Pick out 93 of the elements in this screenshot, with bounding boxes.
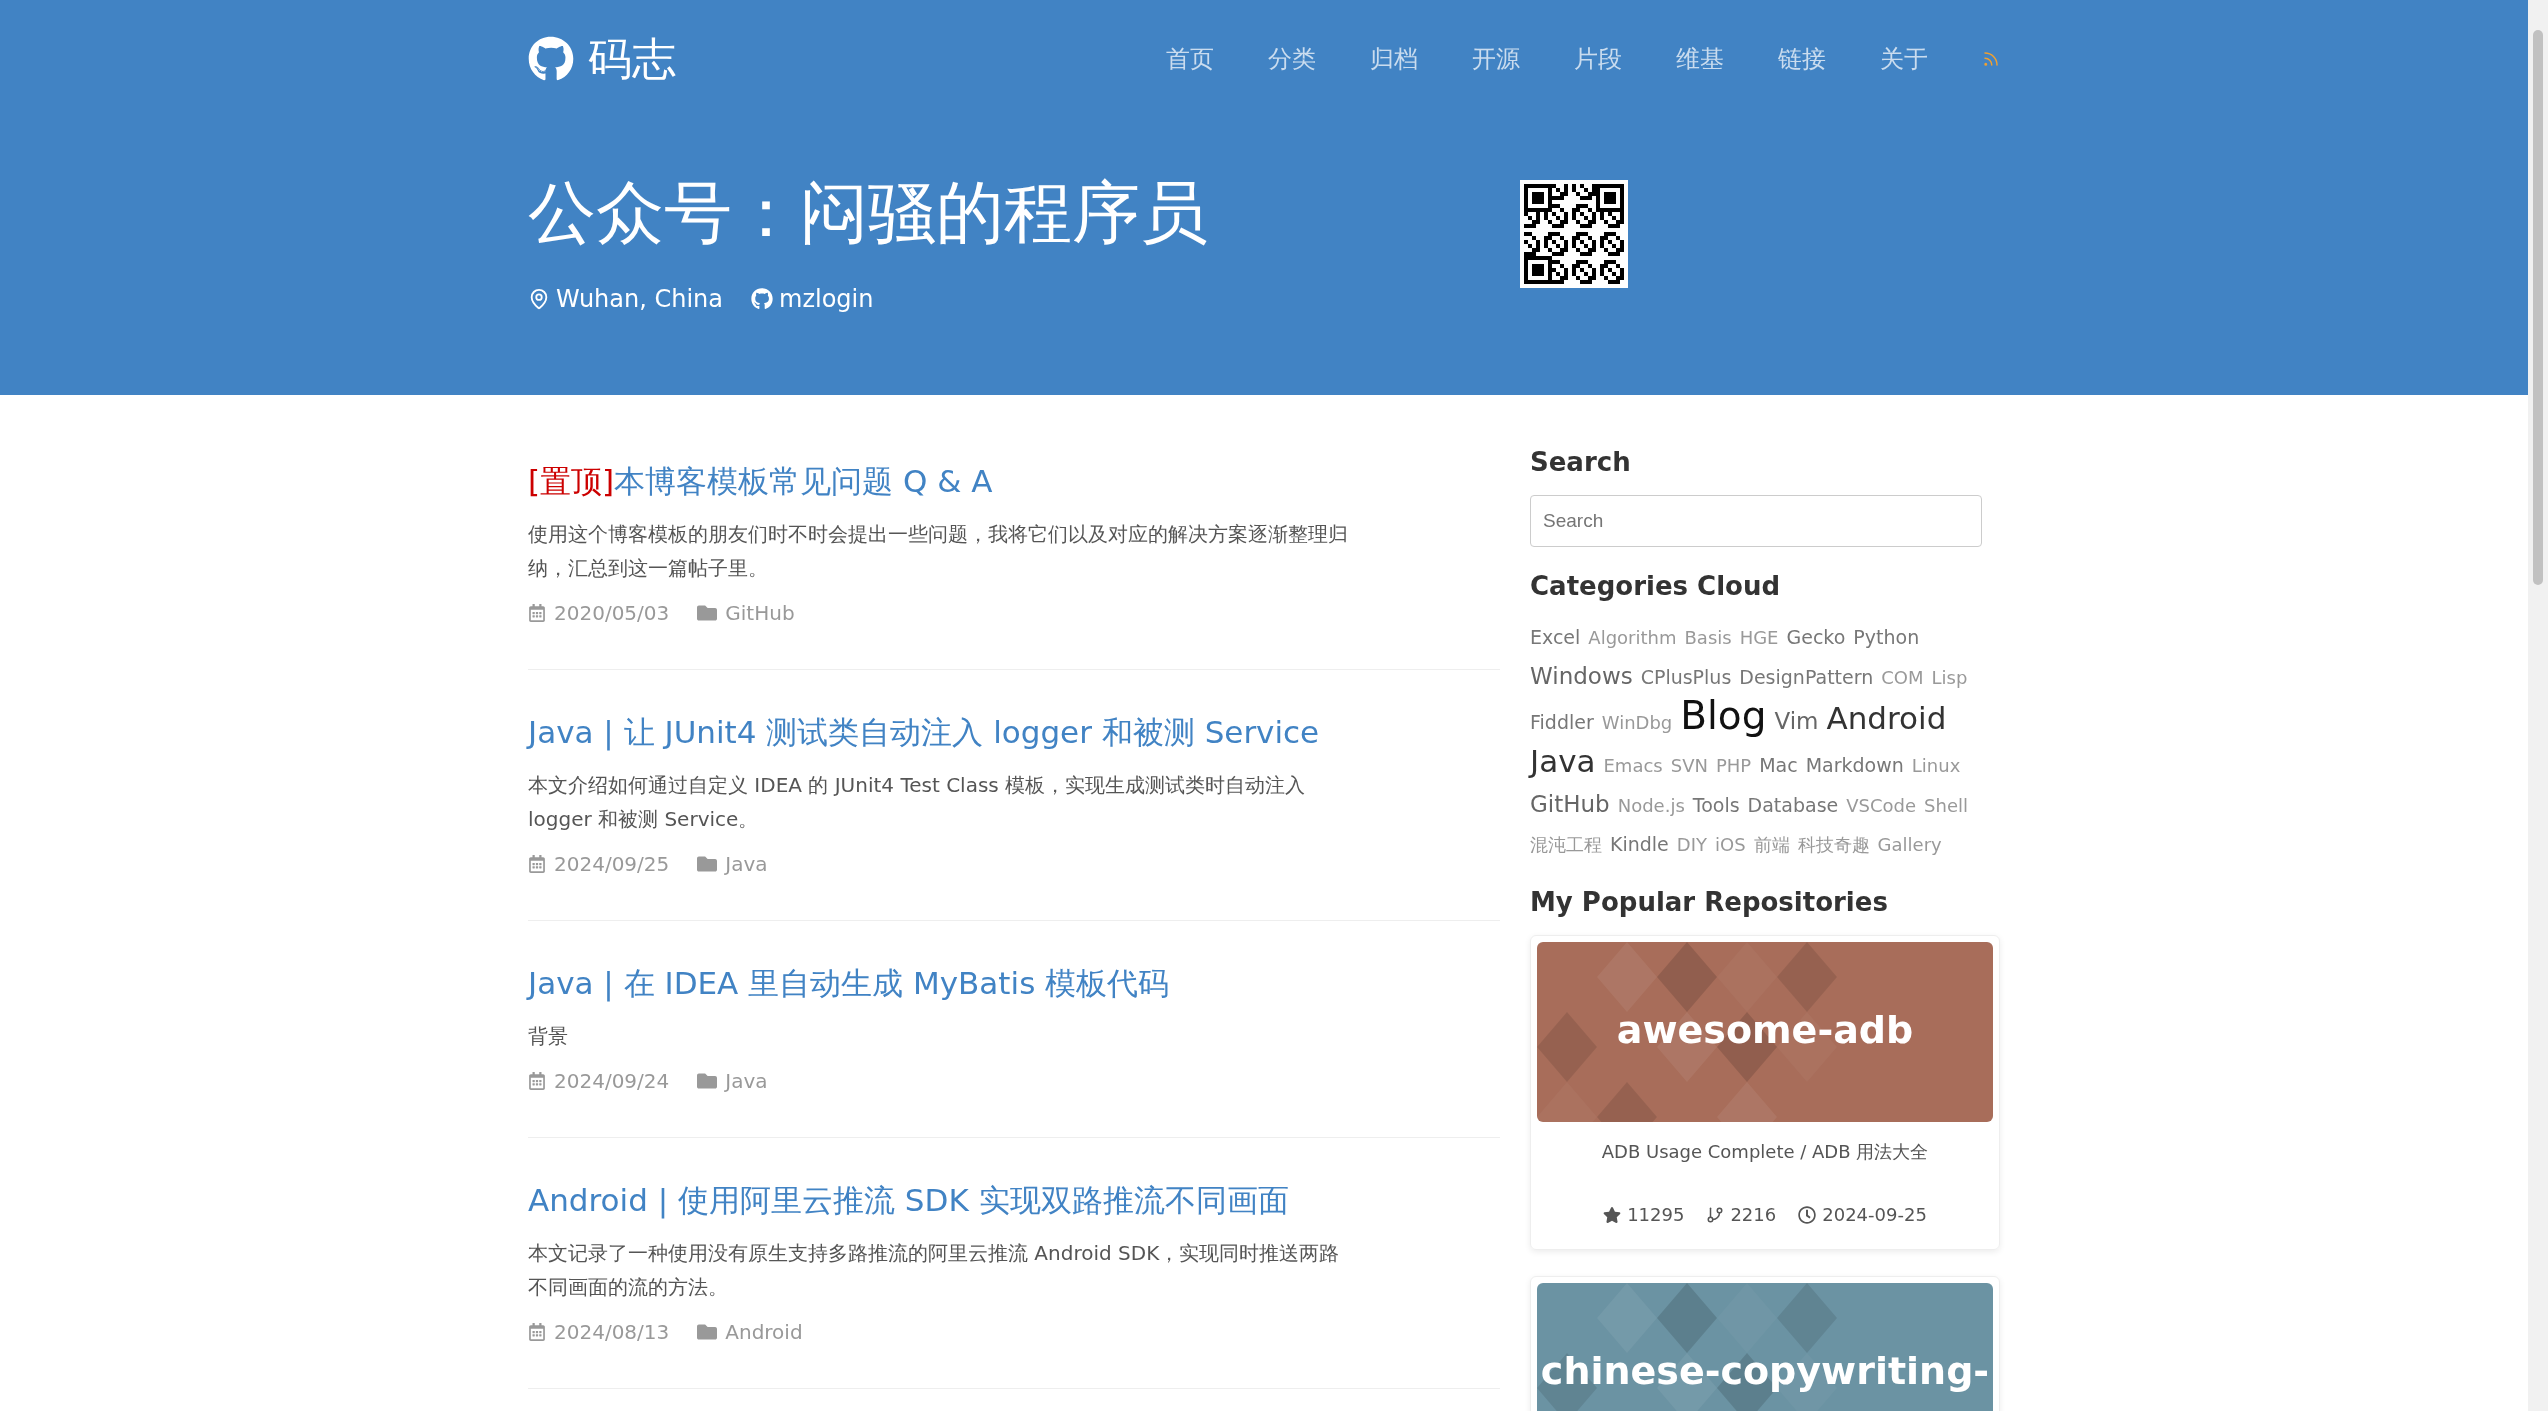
category-tag[interactable]: Gallery bbox=[1877, 827, 1942, 863]
post-excerpt: 本文记录了一种使用没有原生支持多路推流的阿里云推流 Android SDK，实现同时推送两路不同画面的流的方法。 bbox=[528, 1240, 1341, 1301]
post-title[interactable]: Android | 使用阿里云推流 SDK 实现双路推流不同画面 bbox=[528, 1180, 1500, 1222]
location-pin-icon bbox=[528, 288, 550, 310]
page-title: 公众号：闷骚的程序员 bbox=[528, 172, 1208, 254]
repo-card[interactable]: awesome-adb ADB Usage Complete / ADB 用法大全 11295 2216 2024-09-25 bbox=[1530, 935, 2000, 1250]
nav-link[interactable]: 链接 bbox=[1778, 43, 1826, 75]
category-tag[interactable]: Android bbox=[1826, 700, 1947, 736]
repo-name: awesome-adb bbox=[1616, 1008, 1914, 1052]
scrollbar-thumb[interactable] bbox=[2533, 30, 2543, 585]
post-category[interactable]: GitHub bbox=[697, 601, 795, 625]
section-heading: My Popular Repositories bbox=[1530, 887, 1889, 917]
repo-description: ADB Usage Complete / ADB 用法大全 bbox=[1600, 1140, 1930, 1164]
post-category[interactable]: Java bbox=[697, 1069, 768, 1093]
nav-link[interactable]: 分类 bbox=[1268, 43, 1316, 75]
github-icon bbox=[751, 288, 774, 310]
fork-count: 2216 bbox=[1730, 1204, 1777, 1225]
post-title[interactable]: [置顶]本博客模板常见问题 Q & A bbox=[528, 461, 1500, 503]
category-tag[interactable]: Node.js bbox=[1617, 788, 1685, 824]
post-date: 2024/09/25 bbox=[554, 852, 670, 876]
category-tag[interactable]: 混沌工程 bbox=[1530, 827, 1602, 863]
nav-link[interactable]: 归档 bbox=[1370, 43, 1418, 75]
category-tag[interactable]: Gecko bbox=[1786, 619, 1846, 655]
updated-date: 2024-09-25 bbox=[1822, 1204, 1927, 1225]
category-tag[interactable]: Emacs bbox=[1603, 748, 1663, 784]
nav-link[interactable]: 维基 bbox=[1676, 43, 1724, 75]
post-excerpt: 背景 bbox=[528, 1023, 569, 1050]
category-tag[interactable]: Basis bbox=[1684, 620, 1732, 656]
category-tag[interactable]: SVN bbox=[1670, 748, 1708, 784]
category-tag[interactable]: PHP bbox=[1715, 748, 1752, 784]
post-excerpt: 本文介绍如何通过自定义 IDEA 的 JUnit4 Test Class 模板，实现生成测试类时自动注入 logger 和被测 Service。 bbox=[528, 772, 1307, 833]
category-tag[interactable]: HGE bbox=[1739, 620, 1779, 656]
category-tag[interactable]: Kindle bbox=[1610, 826, 1669, 862]
site-logo[interactable]: 码志 bbox=[528, 29, 676, 89]
category-tag[interactable]: Mac bbox=[1759, 747, 1798, 783]
category-tag[interactable]: GitHub bbox=[1530, 786, 1610, 822]
calendar-icon bbox=[528, 855, 546, 873]
category-tag[interactable]: Linux bbox=[1911, 748, 1961, 784]
github-icon bbox=[528, 36, 574, 82]
site-name: 码志 bbox=[588, 31, 676, 86]
calendar-icon bbox=[528, 1323, 546, 1341]
nav-link[interactable]: 片段 bbox=[1574, 43, 1622, 75]
calendar-icon bbox=[528, 1072, 546, 1090]
category-tag[interactable]: Windows bbox=[1530, 658, 1633, 694]
nav-link[interactable]: 开源 bbox=[1472, 43, 1520, 75]
folder-icon bbox=[697, 603, 718, 623]
category-tag[interactable]: Java bbox=[1530, 743, 1596, 779]
category-tag[interactable]: Algorithm bbox=[1588, 620, 1677, 656]
nav-link[interactable]: 关于 bbox=[1880, 43, 1928, 75]
post-date: 2020/05/03 bbox=[554, 601, 670, 625]
category-tag[interactable]: 前端 bbox=[1753, 827, 1790, 863]
folder-icon bbox=[697, 1322, 718, 1342]
category-tag[interactable]: Lisp bbox=[1931, 660, 1968, 696]
category-tag[interactable]: DIY bbox=[1676, 827, 1707, 863]
category-tag[interactable]: WinDbg bbox=[1601, 705, 1673, 741]
star-count: 11295 bbox=[1627, 1204, 1685, 1225]
calendar-icon bbox=[528, 604, 546, 622]
rss-icon[interactable] bbox=[1982, 50, 2000, 68]
post-category[interactable]: Android bbox=[697, 1320, 803, 1344]
category-tag[interactable]: VSCode bbox=[1846, 788, 1917, 824]
star-icon bbox=[1603, 1205, 1622, 1224]
post-title[interactable]: Java | 在 IDEA 里自动生成 MyBatis 模板代码 bbox=[528, 963, 1500, 1005]
category-tag[interactable]: 科技奇趣 bbox=[1797, 827, 1870, 863]
fork-icon bbox=[1706, 1205, 1725, 1224]
post-date: 2024/09/24 bbox=[554, 1069, 670, 1093]
category-tag[interactable]: Excel bbox=[1530, 619, 1581, 655]
folder-icon bbox=[697, 854, 718, 874]
category-tag[interactable]: Fiddler bbox=[1530, 704, 1594, 740]
category-tag[interactable]: Shell bbox=[1924, 788, 1968, 824]
clock-icon bbox=[1798, 1205, 1817, 1224]
repo-card[interactable]: chinese-copywriting- bbox=[1530, 1276, 2000, 1411]
nav-link[interactable]: 首页 bbox=[1166, 43, 1214, 75]
folder-icon bbox=[697, 1071, 718, 1091]
category-tag[interactable]: COM bbox=[1881, 660, 1924, 696]
post-title[interactable]: Java | 让 JUnit4 测试类自动注入 logger 和被测 Service bbox=[528, 712, 1500, 754]
category-tag[interactable]: Vim bbox=[1774, 703, 1819, 739]
post-excerpt: 使用这个博客模板的朋友们时不时会提出一些问题，我将它们以及对应的解决方案逐渐整理归纳，汇总到这一篇帖子里。 bbox=[528, 521, 1349, 582]
category-tag[interactable]: Markdown bbox=[1805, 747, 1904, 783]
post-date: 2024/08/13 bbox=[554, 1320, 670, 1344]
github-link[interactable]: mzlogin bbox=[779, 285, 874, 313]
category-tag[interactable]: iOS bbox=[1715, 827, 1746, 863]
section-heading: Search bbox=[1530, 447, 1632, 477]
post-category[interactable]: Java bbox=[697, 852, 768, 876]
location-text: Wuhan, China bbox=[556, 285, 724, 313]
category-tag[interactable]: Tools bbox=[1692, 787, 1740, 823]
category-tag[interactable]: CPlusPlus bbox=[1640, 659, 1732, 695]
category-tag[interactable]: Database bbox=[1747, 787, 1839, 823]
category-tag[interactable]: DesignPattern bbox=[1739, 659, 1874, 695]
scrollbar[interactable] bbox=[2528, 0, 2548, 1411]
search-field[interactable]: Search bbox=[1530, 495, 1982, 547]
category-tag[interactable]: Python bbox=[1853, 619, 1920, 655]
repo-name: chinese-copywriting- bbox=[1540, 1349, 1990, 1393]
section-heading: Categories Cloud bbox=[1530, 571, 1782, 601]
